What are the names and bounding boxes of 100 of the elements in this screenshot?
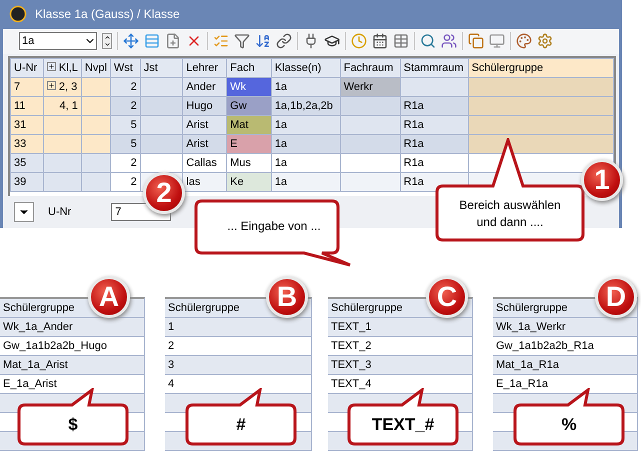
- table-cell: 39: [10, 172, 44, 192]
- table-cell: Mus: [226, 154, 272, 172]
- table-cell: Hugo: [182, 96, 227, 116]
- column-header[interactable]: Wst: [110, 58, 140, 78]
- speech-bubble: TEXT_#: [347, 388, 459, 446]
- table-cell: 35: [10, 154, 44, 172]
- users-icon[interactable]: [441, 33, 457, 50]
- rows-icon[interactable]: [144, 33, 160, 50]
- table-cell: Arist: [182, 134, 227, 154]
- table-cell: R1a: [400, 154, 468, 172]
- table-cell: Wk: [226, 78, 272, 96]
- table-cell: [81, 134, 110, 154]
- table-cell: R1a: [400, 116, 468, 134]
- table-cell: 1a: [271, 154, 340, 172]
- table-cell: R1a: [400, 134, 468, 154]
- table-cell: 3: [165, 356, 311, 375]
- table-cell: Mat_1a_R1a: [493, 356, 637, 375]
- table-cell: [81, 116, 110, 134]
- table-cell: 1: [165, 318, 311, 337]
- table-cell: [340, 134, 400, 154]
- sort-icon[interactable]: [255, 33, 271, 50]
- table-cell: 11: [10, 96, 44, 116]
- table-cell: 2: [110, 154, 140, 172]
- table-cell: [140, 116, 183, 134]
- column-header[interactable]: Kl,L: [43, 58, 82, 78]
- calendar-icon[interactable]: [372, 33, 388, 50]
- table-cell: 1a: [271, 172, 340, 192]
- table-cell: Mat_1a_Arist: [0, 356, 144, 375]
- expand-icon[interactable]: [46, 81, 56, 90]
- copy-icon[interactable]: [468, 33, 484, 50]
- graduation-cap-icon[interactable]: [324, 33, 340, 50]
- speech-bubble: Bereich auswählen und dann ....: [435, 138, 585, 242]
- table-cell: [140, 154, 183, 172]
- expand-icon[interactable]: [46, 62, 56, 71]
- link-icon[interactable]: [276, 33, 292, 50]
- table-cell: Callas: [182, 154, 227, 172]
- table-cell: Wk_1a_Ander: [0, 318, 144, 337]
- table-cell: TEXT_1: [328, 318, 472, 337]
- table-cell: 5: [110, 134, 140, 154]
- move-icon[interactable]: [123, 33, 139, 50]
- column-header[interactable]: Fach: [226, 58, 272, 78]
- table-cell: [340, 96, 400, 116]
- table-cell: [81, 78, 110, 96]
- table-cell: Werkr: [340, 78, 400, 96]
- table-cell: R1a: [400, 96, 468, 116]
- column-header[interactable]: Klasse(n): [271, 58, 340, 78]
- speech-bubble: #: [185, 388, 297, 446]
- table-cell: 4, 1: [43, 96, 82, 116]
- table-icon[interactable]: [393, 33, 409, 50]
- speech-bubble: %: [513, 388, 625, 446]
- table-cell: Wk_1a_Werkr: [493, 318, 637, 337]
- table-cell: 5: [110, 116, 140, 134]
- table-cell: 1a: [271, 78, 340, 96]
- table-cell: [81, 172, 110, 192]
- table-cell: 31: [10, 116, 44, 134]
- table-cell: E: [226, 134, 272, 154]
- table-cell: 33: [10, 134, 44, 154]
- spinner[interactable]: [102, 33, 112, 50]
- filter-icon[interactable]: [234, 33, 250, 50]
- table-cell: [140, 134, 183, 154]
- table-cell: [43, 154, 82, 172]
- class-selector[interactable]: 1a: [19, 32, 97, 50]
- table-cell: [43, 134, 82, 154]
- table-cell: [81, 96, 110, 116]
- table-cell: Ander: [182, 78, 227, 96]
- table-cell: 2, 3: [43, 78, 82, 96]
- new-document-icon[interactable]: [165, 33, 181, 50]
- column-header[interactable]: Stammraum: [400, 58, 468, 78]
- palette-icon[interactable]: [516, 33, 532, 50]
- checklist-icon[interactable]: [213, 33, 229, 50]
- table-cell: [340, 172, 400, 192]
- table-cell: [340, 116, 400, 134]
- column-header[interactable]: Jst: [140, 58, 183, 78]
- table-cell: 7: [10, 78, 44, 96]
- window-title: Klasse 1a (Gauss) / Klasse: [35, 7, 180, 22]
- table-cell: [43, 116, 82, 134]
- table-cell: Mat: [226, 116, 272, 134]
- table-cell: 1a: [271, 116, 340, 134]
- dropdown-button[interactable]: [14, 202, 34, 222]
- table-cell: [140, 78, 183, 96]
- monitor-icon[interactable]: [489, 33, 505, 50]
- table-cell: 2: [110, 172, 140, 192]
- table-cell: Ke: [226, 172, 272, 192]
- settings-icon[interactable]: [537, 33, 553, 50]
- table-cell: 1a,1b,2a,2b: [271, 96, 340, 116]
- table-cell: [43, 172, 82, 192]
- column-header[interactable]: Lehrer: [182, 58, 227, 78]
- search-icon[interactable]: [420, 33, 436, 50]
- column-header[interactable]: Fachraum: [340, 58, 400, 78]
- table-cell: las: [182, 172, 227, 192]
- table-cell: [140, 96, 183, 116]
- column-header[interactable]: Nvpl: [81, 58, 110, 78]
- table-cell: 2: [110, 96, 140, 116]
- column-header[interactable]: Schülergruppe: [468, 58, 614, 78]
- field-label: U-Nr: [48, 206, 72, 218]
- column-header[interactable]: U-Nr: [10, 58, 44, 78]
- table-cell: 2: [110, 78, 140, 96]
- table-cell: TEXT_3: [328, 356, 472, 375]
- table-cell: [400, 78, 468, 96]
- table-cell: [340, 154, 400, 172]
